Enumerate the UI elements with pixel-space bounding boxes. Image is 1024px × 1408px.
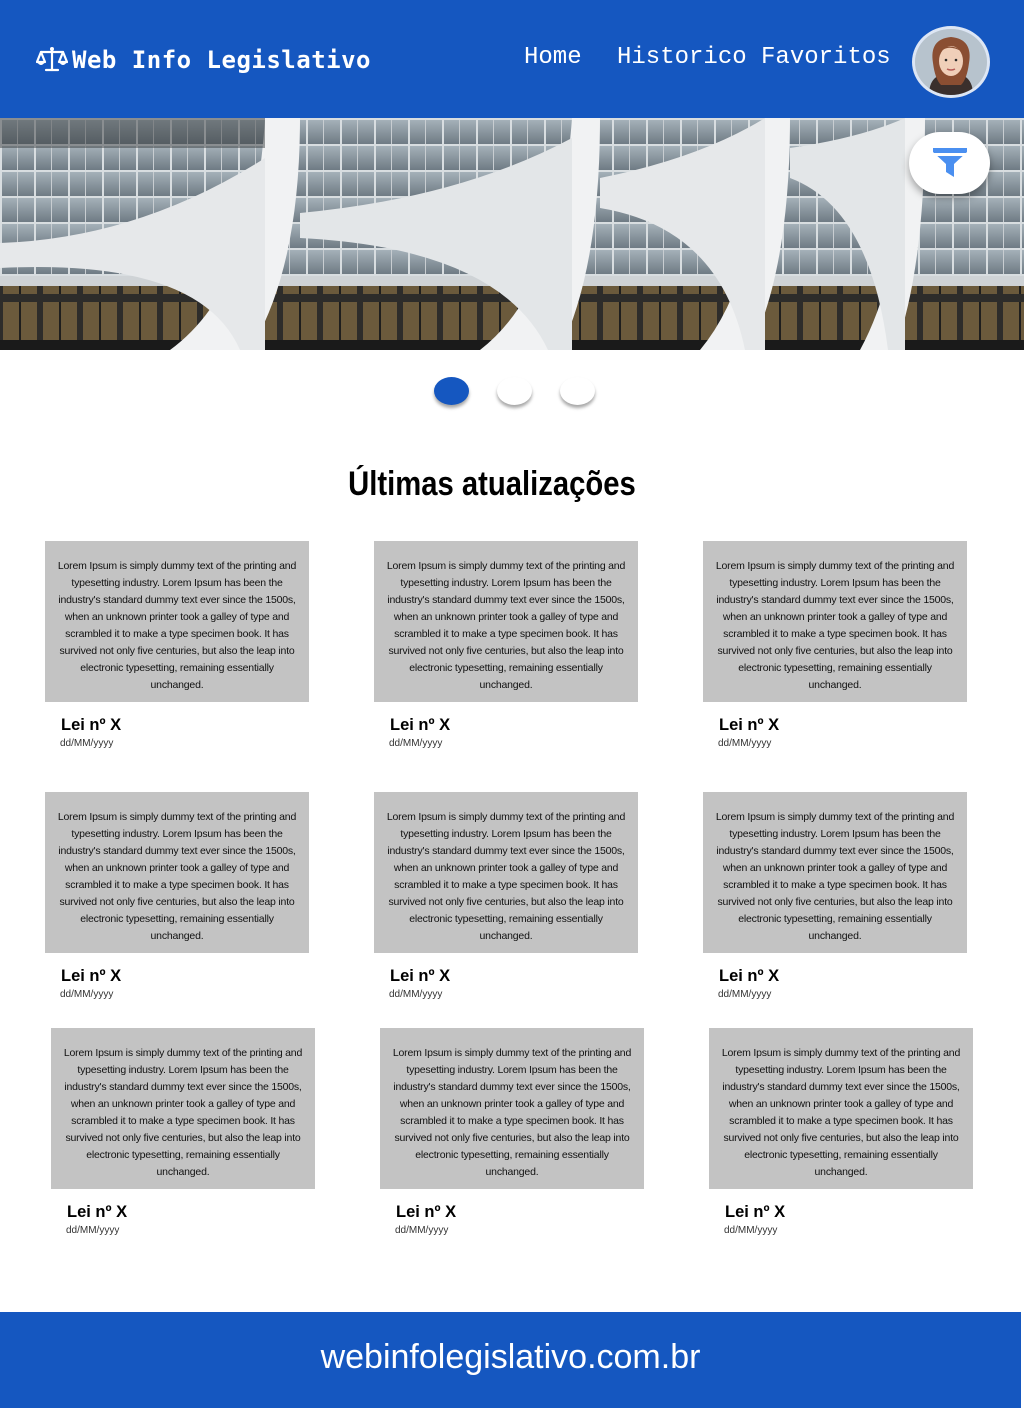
card-summary: Lorem Ipsum is simply dummy text of the … xyxy=(51,1028,315,1189)
card-summary: Lorem Ipsum is simply dummy text of the … xyxy=(45,541,309,702)
card-date: dd/MM/yyyy xyxy=(718,989,772,1000)
law-card[interactable]: Lorem Ipsum is simply dummy text of the … xyxy=(51,1028,315,1236)
card-summary: Lorem Ipsum is simply dummy text of the … xyxy=(374,792,638,953)
card-title: Lei nº X xyxy=(61,716,122,734)
card-title: Lei nº X xyxy=(390,716,451,734)
nav-history-link[interactable]: Historico xyxy=(617,44,747,71)
card-title: Lei nº X xyxy=(61,967,122,985)
brand[interactable]: Web Info Legislativo xyxy=(36,44,371,76)
card-title: Lei nº X xyxy=(396,1203,457,1221)
card-date: dd/MM/yyyy xyxy=(395,1225,449,1236)
nav-home-link[interactable]: Home xyxy=(524,44,582,71)
law-card[interactable]: Lorem Ipsum is simply dummy text of the … xyxy=(709,1028,973,1236)
law-card[interactable]: Lorem Ipsum is simply dummy text of the … xyxy=(703,541,967,749)
user-avatar[interactable] xyxy=(912,26,990,98)
card-summary: Lorem Ipsum is simply dummy text of the … xyxy=(374,541,638,702)
avatar-portrait xyxy=(915,29,987,95)
law-card[interactable]: Lorem Ipsum is simply dummy text of the … xyxy=(703,792,967,1000)
nav-favorites-link[interactable]: Favoritos xyxy=(761,44,891,71)
card-summary: Lorem Ipsum is simply dummy text of the … xyxy=(703,792,967,953)
building-photo xyxy=(0,118,1024,350)
carousel-dot-1[interactable] xyxy=(434,377,469,405)
law-card[interactable]: Lorem Ipsum is simply dummy text of the … xyxy=(374,792,638,1000)
hero-banner xyxy=(0,118,1024,350)
card-date: dd/MM/yyyy xyxy=(60,989,114,1000)
card-title: Lei nº X xyxy=(719,967,780,985)
card-title: Lei nº X xyxy=(67,1203,128,1221)
law-card[interactable]: Lorem Ipsum is simply dummy text of the … xyxy=(380,1028,644,1236)
card-date: dd/MM/yyyy xyxy=(60,738,114,749)
carousel-dot-3[interactable] xyxy=(560,377,595,405)
law-card[interactable]: Lorem Ipsum is simply dummy text of the … xyxy=(374,541,638,749)
card-date: dd/MM/yyyy xyxy=(718,738,772,749)
card-title: Lei nº X xyxy=(719,716,780,734)
card-date: dd/MM/yyyy xyxy=(66,1225,120,1236)
card-title: Lei nº X xyxy=(390,967,451,985)
card-title: Lei nº X xyxy=(725,1203,786,1221)
footer: webinfolegislativo.com.br xyxy=(0,1312,1021,1408)
carousel-dot-2[interactable] xyxy=(497,377,532,405)
filter-button[interactable] xyxy=(909,132,990,194)
scales-icon xyxy=(36,47,68,72)
footer-domain[interactable]: webinfolegislativo.com.br xyxy=(321,1338,701,1377)
law-card[interactable]: Lorem Ipsum is simply dummy text of the … xyxy=(45,792,309,1000)
card-date: dd/MM/yyyy xyxy=(389,989,443,1000)
card-summary: Lorem Ipsum is simply dummy text of the … xyxy=(380,1028,644,1189)
top-app-bar: Web Info Legislativo Home Historico Favo… xyxy=(0,0,1024,118)
section-title: Últimas atualizações xyxy=(348,465,636,503)
card-date: dd/MM/yyyy xyxy=(724,1225,778,1236)
card-summary: Lorem Ipsum is simply dummy text of the … xyxy=(703,541,967,702)
card-summary: Lorem Ipsum is simply dummy text of the … xyxy=(709,1028,973,1189)
app-title: Web Info Legislativo xyxy=(72,46,371,74)
filter-icon xyxy=(932,148,967,177)
card-summary: Lorem Ipsum is simply dummy text of the … xyxy=(45,792,309,953)
card-date: dd/MM/yyyy xyxy=(389,738,443,749)
law-card[interactable]: Lorem Ipsum is simply dummy text of the … xyxy=(45,541,309,749)
nav-links: Historico Favoritos xyxy=(617,44,891,71)
